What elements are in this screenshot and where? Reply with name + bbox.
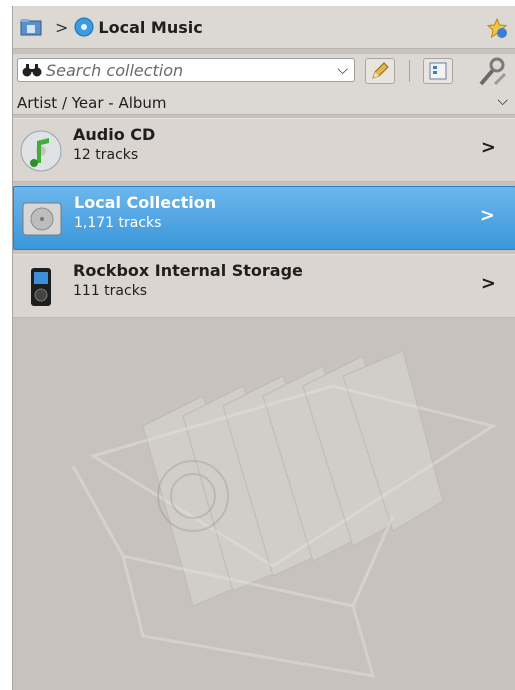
sort-level-selector[interactable]: Artist / Year - Album ⌵ (13, 92, 515, 115)
breadcrumb: > Local Music (13, 6, 515, 49)
settings-button[interactable] (475, 56, 509, 88)
chevron-right-icon[interactable]: > (481, 137, 496, 158)
cd-rack-illustration (71, 350, 497, 678)
item-track-count: 111 tracks (73, 283, 148, 299)
list-item[interactable]: Local Collection 1,171 tracks > (13, 186, 515, 250)
tree-view-icon (429, 62, 447, 80)
item-track-count: 12 tracks (73, 147, 139, 163)
binoculars-icon (22, 64, 42, 77)
search-box[interactable]: ⌵ (17, 58, 355, 82)
hard-drive-icon (22, 202, 62, 236)
pencil-icon (372, 62, 389, 79)
toolbar-separator (409, 60, 410, 82)
chevron-right-icon[interactable]: > (481, 273, 496, 294)
tools-icon (479, 57, 507, 86)
collection-browser-panel: > Local Music ⌵ (12, 6, 515, 690)
breadcrumb-current[interactable]: Local Music (98, 18, 202, 37)
edit-filters-button[interactable] (365, 58, 395, 84)
item-title: Local Collection (74, 193, 217, 212)
sort-label: Artist / Year - Album (17, 94, 167, 112)
chevron-down-icon[interactable]: ⌵ (337, 62, 348, 78)
favorite-star-icon[interactable] (486, 17, 508, 39)
audio-cd-icon (20, 130, 62, 172)
search-toolbar: ⌵ (13, 54, 515, 94)
music-disc-icon (74, 17, 94, 37)
item-title: Audio CD (73, 125, 156, 144)
media-player-device-icon (31, 268, 51, 306)
chevron-right-icon[interactable]: > (480, 205, 495, 226)
breadcrumb-separator: > (55, 17, 69, 37)
item-track-count: 1,171 tracks (74, 215, 162, 231)
search-input[interactable] (46, 60, 306, 80)
item-title: Rockbox Internal Storage (73, 261, 303, 280)
list-item[interactable]: Audio CD 12 tracks > (13, 118, 515, 182)
chevron-down-icon[interactable]: ⌵ (497, 93, 508, 109)
collection-list: Audio CD 12 tracks > Local Collection 1,… (13, 118, 515, 322)
home-icon[interactable] (19, 15, 43, 39)
view-options-button[interactable] (423, 58, 453, 84)
